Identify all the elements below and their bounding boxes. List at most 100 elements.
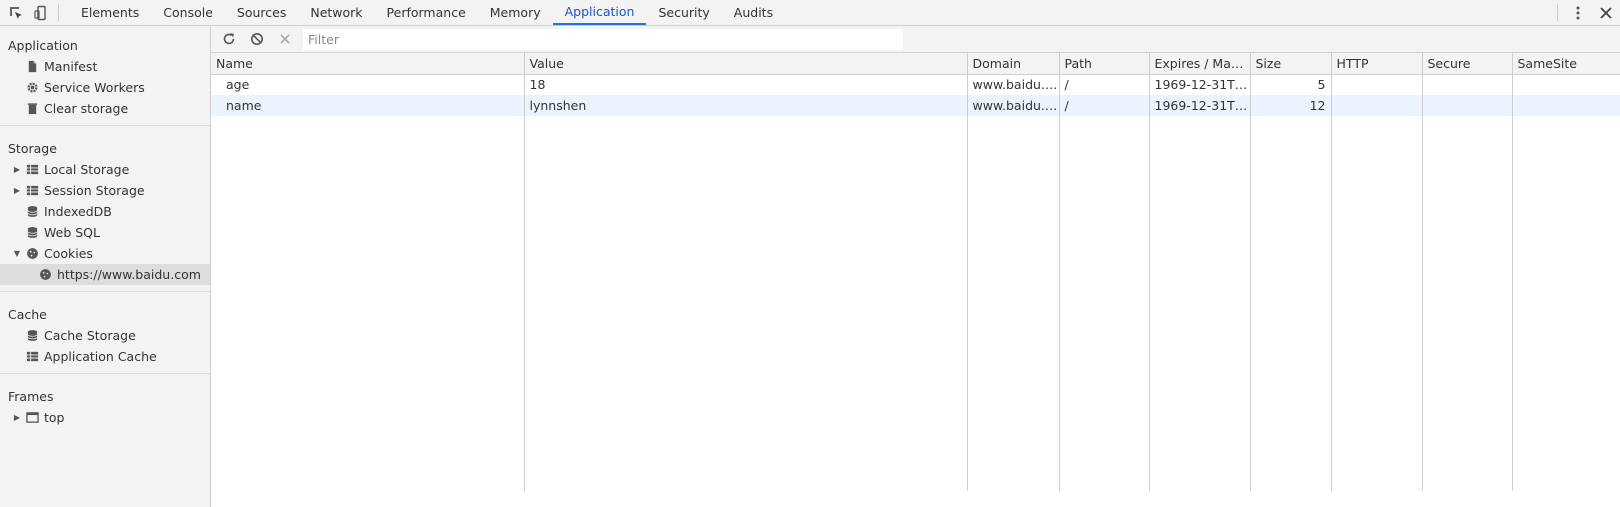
sidebar-section-frames: Frames ▶ top — [0, 380, 210, 428]
sidebar-section-title: Frames — [8, 389, 54, 404]
column-header-domain[interactable]: Domain — [967, 53, 1060, 75]
sidebar-item-label: Application Cache — [44, 349, 157, 364]
cookie-size-cell[interactable]: 5 — [1250, 74, 1332, 95]
column-header-size[interactable]: Size — [1250, 53, 1332, 75]
cookie-secure-cell[interactable] — [1422, 95, 1513, 116]
column-header-path[interactable]: Path — [1059, 53, 1150, 75]
sidebar-item-label: IndexedDB — [44, 204, 112, 219]
table-icon — [24, 163, 40, 177]
cookie-value-cell[interactable]: 18 — [524, 74, 968, 95]
delete-selected-icon[interactable] — [271, 27, 299, 51]
cookie-path-cell[interactable]: / — [1059, 95, 1150, 116]
tab-console[interactable]: Console — [151, 0, 225, 25]
cookie-samesite-cell[interactable] — [1512, 95, 1620, 116]
sidebar-item-session-storage[interactable]: ▶ Session Storage — [0, 180, 210, 201]
toolbar-right — [1551, 0, 1620, 25]
cookie-secure-cell[interactable] — [1422, 74, 1513, 95]
tab-elements[interactable]: Elements — [69, 0, 151, 25]
sidebar-item-label: top — [44, 410, 65, 425]
sidebar-item-cookies[interactable]: ▼ Cookies — [0, 243, 210, 264]
database-icon — [24, 205, 40, 219]
sidebar-item-clear-storage[interactable]: Clear storage — [0, 98, 210, 119]
sidebar-item-frame-top[interactable]: ▶ top — [0, 407, 210, 428]
column-header-secure[interactable]: Secure — [1422, 53, 1513, 75]
sidebar-item-local-storage[interactable]: ▶ Local Storage — [0, 159, 210, 180]
cookie-expires-cell[interactable]: 1969-12-31T2... — [1149, 74, 1251, 95]
cookie-size-cell[interactable]: 12 — [1250, 95, 1332, 116]
sidebar-item-cookie-origin[interactable]: https://www.baidu.com — [0, 264, 210, 285]
database-icon — [24, 329, 40, 343]
tab-audits[interactable]: Audits — [722, 0, 785, 25]
expand-arrow-icon[interactable]: ▶ — [12, 165, 22, 174]
column-header-samesite[interactable]: SameSite — [1512, 53, 1620, 75]
sidebar-item-cache-storage[interactable]: Cache Storage — [0, 325, 210, 346]
more-options-icon[interactable] — [1564, 0, 1592, 25]
filter-input[interactable] — [303, 28, 903, 50]
cookie-domain-cell[interactable]: www.baidu.c... — [967, 95, 1060, 116]
table-header-row: Name Value Domain Path Expires / Max-...… — [211, 53, 1620, 75]
sidebar-item-web-sql[interactable]: Web SQL — [0, 222, 210, 243]
sidebar-item-label: https://www.baidu.com — [57, 267, 201, 282]
sidebar-item-label: Clear storage — [44, 101, 129, 116]
cookie-http-cell[interactable] — [1331, 74, 1423, 95]
cookie-samesite-cell[interactable] — [1512, 74, 1620, 95]
table-row[interactable]: age 18 www.baidu.c... / 1969-12-31T2... … — [211, 74, 1620, 95]
devtools-toolbar: Elements Console Sources Network Perform… — [0, 0, 1620, 26]
sidebar-section-cache: Cache Cache Storage Application Cache — [0, 298, 210, 374]
column-header-expires[interactable]: Expires / Max-... — [1149, 53, 1251, 75]
cookie-domain-cell[interactable]: www.baidu.c... — [967, 74, 1060, 95]
tab-memory[interactable]: Memory — [478, 0, 553, 25]
application-sidebar: Application Manifest Service Workers Cle… — [0, 26, 211, 507]
cookie-name-cell[interactable]: age — [211, 74, 525, 95]
cookie-name-cell[interactable]: name — [211, 95, 525, 116]
inspect-element-icon[interactable] — [4, 0, 28, 25]
sidebar-section-storage: Storage ▶ Local Storage ▶ Session Storag… — [0, 132, 210, 292]
file-icon — [24, 60, 40, 74]
sidebar-section-application: Application Manifest Service Workers Cle… — [0, 26, 210, 126]
collapse-arrow-icon[interactable]: ▼ — [12, 249, 22, 258]
trash-icon — [24, 102, 40, 116]
cookies-panel: Name Value Domain Path Expires / Max-...… — [211, 26, 1620, 507]
toolbar-divider — [1557, 4, 1558, 21]
sidebar-item-label: Cache Storage — [44, 328, 136, 343]
cookie-http-cell[interactable] — [1331, 95, 1423, 116]
tab-network[interactable]: Network — [298, 0, 374, 25]
cookie-expires-cell[interactable]: 1969-12-31T2... — [1149, 95, 1251, 116]
tab-sources[interactable]: Sources — [225, 0, 298, 25]
column-header-value[interactable]: Value — [524, 53, 968, 75]
panel-tabs: Elements Console Sources Network Perform… — [69, 0, 785, 25]
sidebar-item-manifest[interactable]: Manifest — [0, 56, 210, 77]
cookies-toolbar — [211, 26, 1620, 53]
expand-arrow-icon[interactable]: ▶ — [12, 186, 22, 195]
table-icon — [24, 184, 40, 198]
database-icon — [24, 226, 40, 240]
tab-application[interactable]: Application — [552, 0, 647, 25]
sidebar-item-indexeddb[interactable]: IndexedDB — [0, 201, 210, 222]
close-icon[interactable] — [1592, 0, 1620, 25]
toolbar-divider — [58, 4, 59, 21]
sidebar-item-label: Cookies — [44, 246, 93, 261]
table-empty-area — [211, 116, 1620, 491]
tab-performance[interactable]: Performance — [375, 0, 478, 25]
sidebar-item-label: Local Storage — [44, 162, 130, 177]
gear-icon — [24, 81, 40, 95]
frame-icon — [24, 411, 40, 425]
sidebar-section-title: Application — [8, 38, 78, 53]
clear-all-icon[interactable] — [243, 27, 271, 51]
sidebar-section-title: Storage — [8, 141, 57, 156]
sidebar-section-title: Cache — [8, 307, 47, 322]
column-header-name[interactable]: Name — [211, 53, 525, 75]
cookie-path-cell[interactable]: / — [1059, 74, 1150, 95]
sidebar-item-label: Manifest — [44, 59, 98, 74]
cookie-icon — [37, 268, 53, 282]
sidebar-item-service-workers[interactable]: Service Workers — [0, 77, 210, 98]
cookie-value-cell[interactable]: lynnshen — [524, 95, 968, 116]
column-header-http[interactable]: HTTP — [1331, 53, 1423, 75]
refresh-icon[interactable] — [215, 27, 243, 51]
cookies-table: Name Value Domain Path Expires / Max-...… — [211, 53, 1620, 507]
tab-security[interactable]: Security — [646, 0, 721, 25]
sidebar-item-application-cache[interactable]: Application Cache — [0, 346, 210, 367]
table-row[interactable]: name lynnshen www.baidu.c... / 1969-12-3… — [211, 95, 1620, 116]
expand-arrow-icon[interactable]: ▶ — [12, 413, 22, 422]
device-toolbar-icon[interactable] — [28, 0, 52, 25]
